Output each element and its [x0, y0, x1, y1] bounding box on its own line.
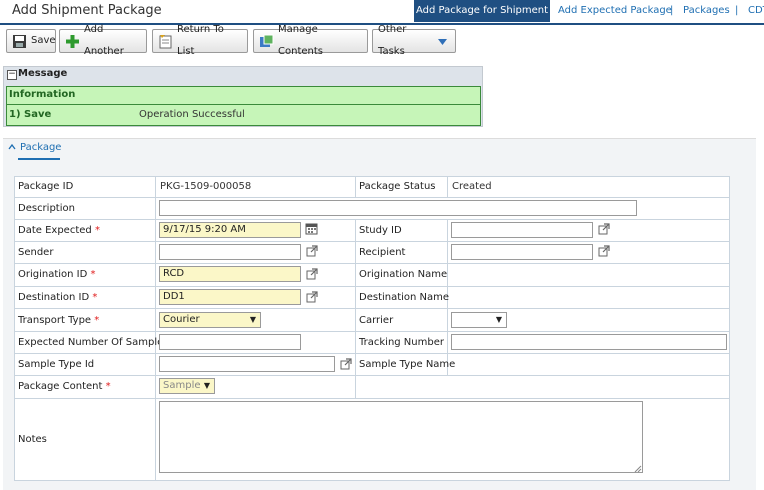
- dropdown-arrow-icon: ▼: [495, 315, 502, 324]
- nav-packages[interactable]: Packages: [683, 5, 730, 16]
- add-another-button-label: Add Another: [84, 24, 124, 57]
- destination-name-label: Destination Name: [359, 292, 450, 303]
- row-divider: [14, 353, 730, 354]
- info-bar: [6, 86, 481, 105]
- nav-separator: |: [670, 5, 674, 16]
- row-divider: [14, 219, 730, 220]
- save-button-label: Save: [31, 35, 56, 46]
- destination-id-label: Destination ID *: [18, 292, 98, 303]
- row-divider: [14, 331, 730, 332]
- message-title: Message: [18, 68, 68, 79]
- col-divider: [447, 176, 448, 197]
- description-input[interactable]: [159, 200, 637, 216]
- other-tasks-dropdown[interactable]: Other Tasks: [372, 24, 456, 57]
- package-status-value: Created: [452, 181, 492, 192]
- nav-cdt[interactable]: CDT: [748, 5, 764, 16]
- expected-samples-input[interactable]: [159, 334, 301, 350]
- manage-contents-icon: [259, 34, 274, 49]
- resize-handle-icon[interactable]: [634, 465, 642, 476]
- sender-input[interactable]: [159, 244, 301, 260]
- floppy-disk-icon: [12, 34, 27, 49]
- dropdown-arrow-icon: ▼: [203, 381, 210, 390]
- tab-package[interactable]: Package: [20, 142, 61, 153]
- notes-label: Notes: [18, 434, 47, 445]
- description-label: Description: [18, 203, 75, 214]
- other-tasks-label: Other Tasks: [378, 24, 407, 57]
- save-button[interactable]: Save: [6, 29, 56, 53]
- sample-type-id-input[interactable]: [159, 356, 335, 372]
- return-to-list-button[interactable]: Return To List: [152, 24, 248, 57]
- row-divider: [14, 286, 730, 287]
- col-divider: [355, 219, 356, 398]
- open-lookup-icon[interactable]: [598, 245, 610, 257]
- info-label: Information: [9, 89, 76, 100]
- package-id-value: PKG-1509-000058: [160, 181, 252, 192]
- chevron-down-icon: [435, 34, 450, 49]
- origination-id-label: Origination ID *: [18, 269, 96, 280]
- open-lookup-icon[interactable]: [340, 358, 352, 370]
- open-lookup-icon[interactable]: [306, 268, 318, 280]
- carrier-select[interactable]: ▼: [451, 312, 507, 328]
- tab-underline: [18, 158, 60, 160]
- return-list-icon: [158, 34, 173, 49]
- destination-id-input[interactable]: DD1: [159, 289, 301, 305]
- open-lookup-icon[interactable]: [306, 291, 318, 303]
- plus-icon: [65, 34, 80, 49]
- recipient-label: Recipient: [359, 247, 406, 258]
- package-id-label: Package ID: [18, 181, 74, 192]
- nav-add-package-for-shipment[interactable]: Add Package for Shipment: [414, 0, 550, 22]
- add-another-button[interactable]: Add Another: [59, 24, 147, 57]
- recipient-input[interactable]: [451, 244, 593, 260]
- row-divider: [14, 197, 730, 198]
- manage-contents-button[interactable]: Manage Contents: [253, 24, 368, 57]
- tracking-number-input[interactable]: [451, 334, 727, 350]
- sample-type-name-label: Sample Type Name: [359, 359, 456, 370]
- row-divider: [14, 263, 730, 264]
- origination-name-label: Origination Name: [359, 269, 448, 280]
- manage-contents-button-label: Manage Contents: [278, 24, 323, 57]
- calendar-icon[interactable]: [305, 222, 318, 238]
- chevron-up-icon[interactable]: [8, 142, 16, 155]
- nav-separator: |: [735, 5, 739, 16]
- collapse-icon[interactable]: −: [7, 70, 17, 80]
- message-item-label: 1) Save: [9, 109, 52, 120]
- package-content-label: Package Content *: [18, 381, 111, 392]
- date-expected-label: Date Expected *: [18, 225, 100, 236]
- tracking-number-label: Tracking Number: [359, 337, 444, 348]
- open-lookup-icon[interactable]: [598, 223, 610, 235]
- col-divider: [155, 176, 156, 481]
- sender-label: Sender: [18, 247, 54, 258]
- dropdown-arrow-icon: ▼: [249, 315, 256, 324]
- sample-type-id-label: Sample Type Id: [18, 359, 95, 370]
- expected-samples-label: Expected Number Of Samples: [18, 337, 169, 348]
- row-divider: [14, 375, 730, 376]
- page-title: Add Shipment Package: [12, 3, 162, 18]
- row-divider: [14, 241, 730, 242]
- transport-type-select[interactable]: Courier ▼: [159, 312, 261, 328]
- study-id-label: Study ID: [359, 225, 402, 236]
- nav-add-expected-package[interactable]: Add Expected Package: [558, 5, 672, 16]
- carrier-label: Carrier: [359, 315, 394, 326]
- transport-type-value: Courier: [163, 314, 200, 325]
- col-divider: [355, 176, 356, 197]
- study-id-input[interactable]: [451, 222, 593, 238]
- package-status-label: Package Status: [359, 181, 436, 192]
- origination-id-input[interactable]: RCD: [159, 266, 301, 282]
- message-item-text: Operation Successful: [139, 109, 245, 120]
- package-content-value: Sample: [163, 380, 201, 391]
- package-content-select[interactable]: Sample ▼: [159, 378, 215, 394]
- row-divider: [14, 398, 730, 399]
- row-divider: [14, 308, 730, 309]
- date-expected-input[interactable]: 9/17/15 9:20 AM: [159, 222, 301, 238]
- return-to-list-button-label: Return To List: [177, 24, 224, 57]
- notes-textarea[interactable]: [159, 401, 643, 473]
- transport-type-label: Transport Type *: [18, 315, 100, 326]
- open-lookup-icon[interactable]: [306, 245, 318, 257]
